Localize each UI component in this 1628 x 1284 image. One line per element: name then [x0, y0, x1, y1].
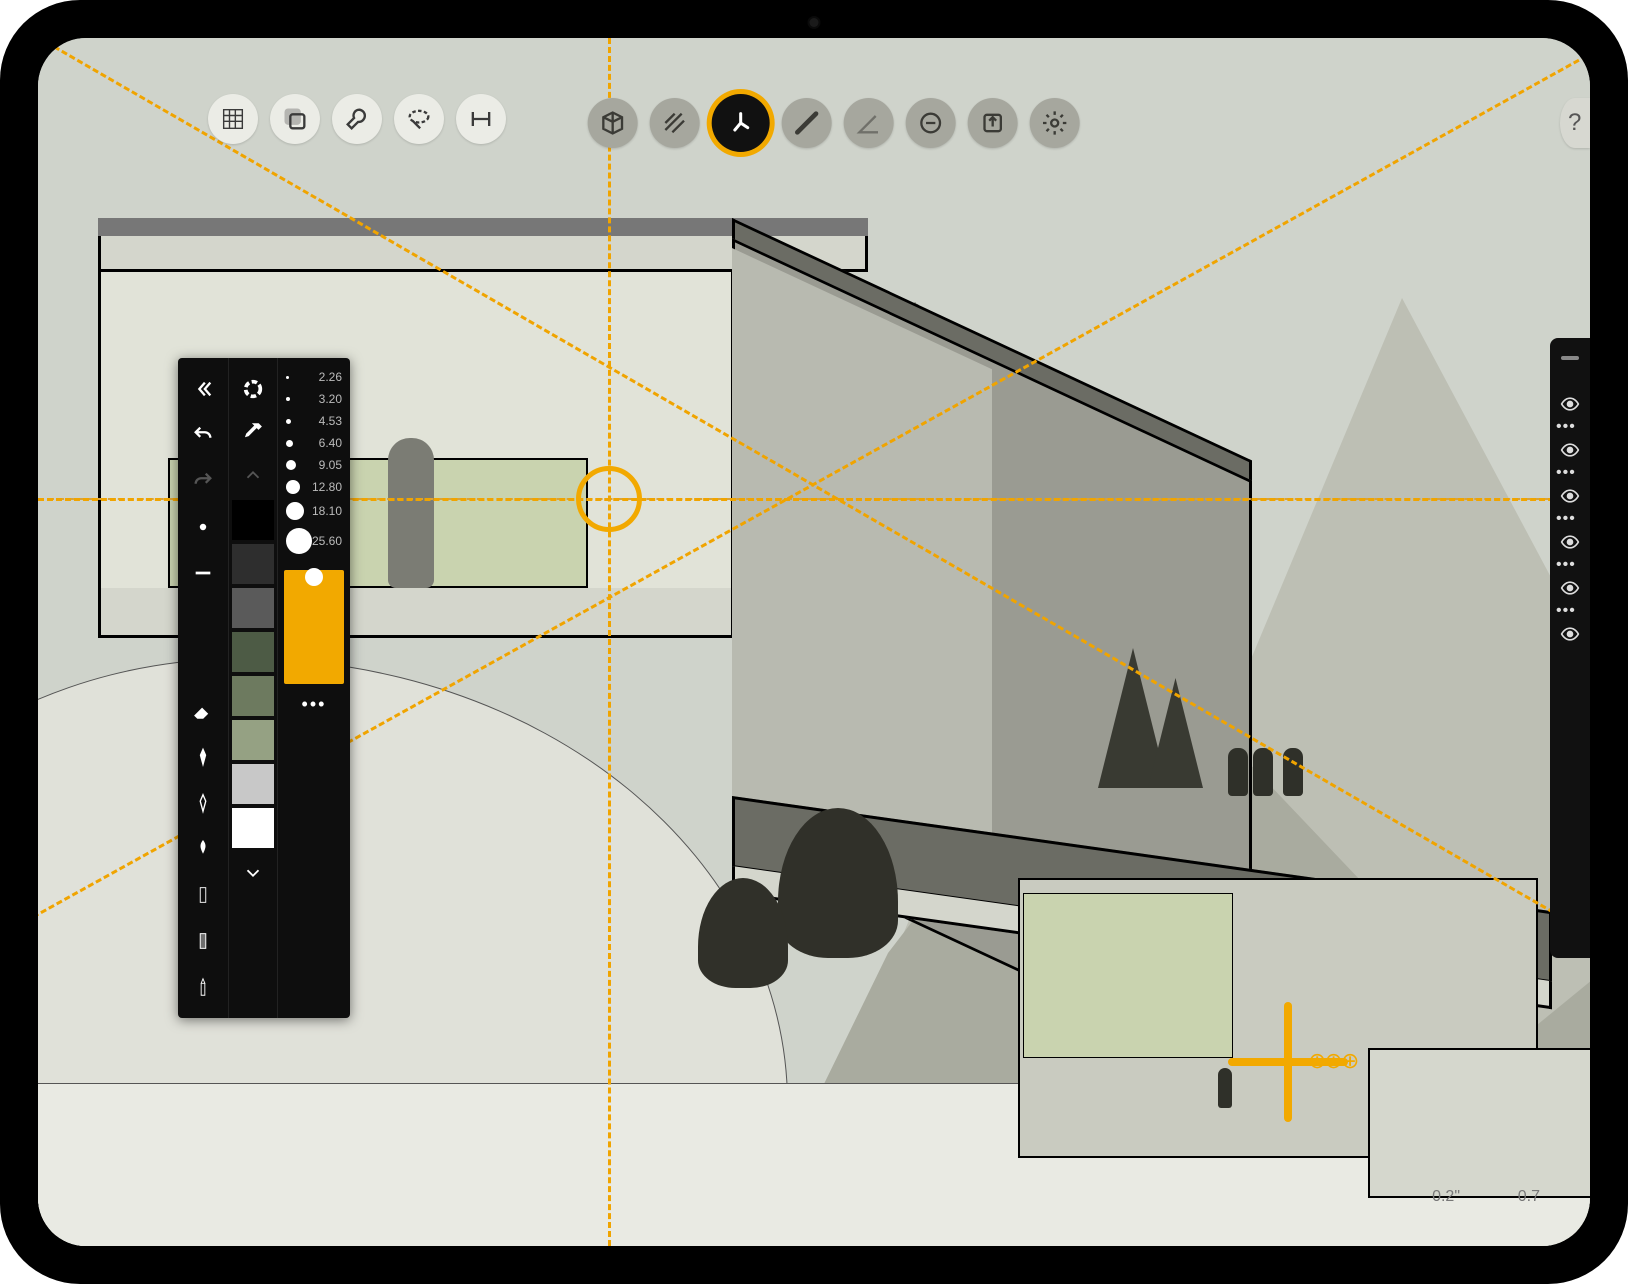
brush-size-label: 3.20	[319, 392, 342, 406]
collapse-icon[interactable]	[183, 369, 223, 409]
more-options-icon[interactable]: •••	[296, 688, 333, 721]
help-icon[interactable]: ?	[1560, 98, 1590, 148]
brush-size-option[interactable]: 6.40	[284, 432, 344, 454]
color-ring-icon[interactable]	[233, 369, 273, 409]
angle-icon[interactable]	[844, 98, 894, 148]
brush-size-slider[interactable]	[284, 570, 344, 684]
vp-marker-label: ⊕⊕⊕	[1308, 1048, 1357, 1074]
brush-ink-icon[interactable]	[183, 829, 223, 869]
brush-size-label: 18.10	[312, 504, 342, 518]
hatch-icon[interactable]	[650, 98, 700, 148]
human-silhouette	[388, 438, 434, 588]
brush-size-option[interactable]: 9.05	[284, 454, 344, 476]
layer-options-icon[interactable]: •••	[1556, 510, 1584, 528]
pencil-ruler-icon[interactable]	[782, 98, 832, 148]
slider-thumb[interactable]	[305, 568, 323, 586]
color-swatch[interactable]	[232, 588, 274, 628]
vertical-guide[interactable]	[608, 38, 611, 1246]
brush-size-option[interactable]: 4.53	[284, 410, 344, 432]
color-swatch[interactable]	[232, 544, 274, 584]
layer-visibility-toggle[interactable]	[1556, 482, 1584, 510]
color-swatch[interactable]	[232, 764, 274, 804]
brush-size-label: 9.05	[319, 458, 342, 472]
brush-size-option[interactable]: 2.26	[284, 366, 344, 388]
circle-minus-icon[interactable]	[906, 98, 956, 148]
eyedropper-icon[interactable]	[233, 412, 273, 452]
grid-icon[interactable]	[208, 94, 258, 144]
layer-options-icon[interactable]: •••	[1556, 464, 1584, 482]
time-icon[interactable]	[712, 94, 770, 152]
brush-size-label: 2.26	[319, 370, 342, 384]
view-cube-icon[interactable]	[588, 98, 638, 148]
measure-icon[interactable]	[456, 94, 506, 144]
marker-b-icon[interactable]	[183, 921, 223, 961]
brush-size-label: 4.53	[319, 414, 342, 428]
marker-a-icon[interactable]	[183, 875, 223, 915]
layer-visibility-toggle[interactable]	[1556, 528, 1584, 556]
eraser-icon[interactable]	[183, 691, 223, 731]
undo-icon[interactable]	[183, 415, 223, 455]
layer-options-icon[interactable]: •••	[1556, 556, 1584, 574]
layer-options-icon[interactable]: •••	[1556, 418, 1584, 436]
settings-icon[interactable]	[1030, 98, 1080, 148]
brush-size-option[interactable]: 18.10	[284, 498, 344, 524]
color-swatch[interactable]	[232, 632, 274, 672]
layer-visibility-toggle[interactable]	[1556, 436, 1584, 464]
chevron-down-icon[interactable]	[233, 853, 273, 893]
brush-size-option[interactable]: 12.80	[284, 476, 344, 498]
layer-visibility-toggle[interactable]	[1556, 620, 1584, 648]
spacer	[183, 645, 223, 685]
chevron-up-icon[interactable]	[233, 455, 273, 495]
layer-visibility-toggle[interactable]	[1556, 390, 1584, 418]
color-swatch[interactable]	[232, 720, 274, 760]
layer-options-icon[interactable]: •••	[1556, 602, 1584, 620]
wrench-icon[interactable]	[332, 94, 382, 144]
line-tool-icon[interactable]	[183, 553, 223, 593]
lasso-icon[interactable]	[394, 94, 444, 144]
brush-size-label: 6.40	[319, 436, 342, 450]
brush-size-label: 25.60	[312, 534, 342, 548]
brush-size-label: 12.80	[312, 480, 342, 494]
color-swatch[interactable]	[232, 676, 274, 716]
color-swatch[interactable]	[232, 808, 274, 848]
vanishing-point-handle[interactable]	[576, 466, 642, 532]
tablet-frame: ✈	[0, 0, 1628, 1284]
small-brush-icon[interactable]	[183, 507, 223, 547]
brush-size-option[interactable]: 25.60	[284, 524, 344, 558]
pen-b-icon[interactable]	[183, 783, 223, 823]
pencil-tool-icon[interactable]	[183, 967, 223, 1007]
tool-panel: 2.26 3.20 4.53 6.40 9.05 12.80 18.10 25.60 •••	[178, 358, 350, 1018]
spacer	[183, 599, 223, 639]
help-button[interactable]: ?	[1560, 98, 1590, 148]
ruler-tick-2: 0.7	[1518, 1188, 1540, 1206]
layer-visibility-toggle[interactable]	[1556, 574, 1584, 602]
vp-marker-vertical[interactable]	[1284, 1002, 1292, 1122]
brush-size-option[interactable]: 3.20	[284, 388, 344, 410]
drag-handle-icon[interactable]	[1561, 356, 1579, 360]
app-screen: ✈	[38, 38, 1590, 1246]
color-swatch[interactable]	[232, 500, 274, 540]
top-center-toolbar	[588, 94, 1080, 152]
pen-a-icon[interactable]	[183, 737, 223, 777]
layers-strip: ••• ••• ••• ••• •••	[1550, 338, 1590, 958]
ruler-tick-1: 0.2"	[1432, 1188, 1460, 1206]
redo-icon[interactable]	[183, 461, 223, 501]
export-icon[interactable]	[968, 98, 1018, 148]
layers-icon[interactable]	[270, 94, 320, 144]
top-left-toolbar	[208, 94, 506, 144]
